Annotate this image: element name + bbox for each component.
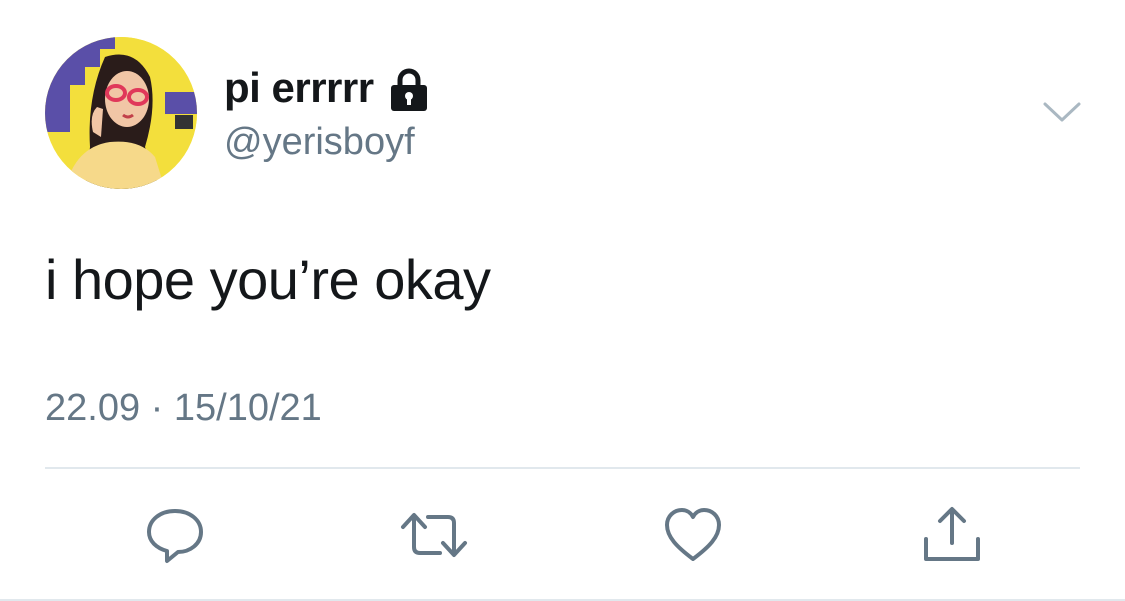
reply-button[interactable] (145, 505, 205, 565)
divider (45, 467, 1080, 469)
tweet-text: i hope you’re okay (45, 248, 491, 311)
display-name-text: pi errrrr (224, 64, 374, 111)
user-handle[interactable]: @yerisboyf (224, 118, 415, 166)
like-button[interactable] (663, 505, 723, 565)
share-button[interactable] (920, 505, 980, 565)
display-name[interactable]: pi errrrr (224, 62, 430, 114)
lock-icon (388, 68, 430, 112)
chevron-down-icon[interactable] (1042, 100, 1082, 124)
avatar[interactable] (45, 37, 197, 189)
retweet-button[interactable] (400, 505, 467, 565)
tweet: pi errrrr @yerisboyf i hope you’re okay … (0, 0, 1125, 601)
timestamp[interactable]: 22.09 · 15/10/21 (45, 384, 322, 432)
reply-icon (147, 509, 203, 563)
avatar-image (45, 37, 197, 189)
share-icon (924, 507, 980, 561)
heart-icon (665, 508, 721, 561)
retweet-icon (401, 513, 467, 557)
